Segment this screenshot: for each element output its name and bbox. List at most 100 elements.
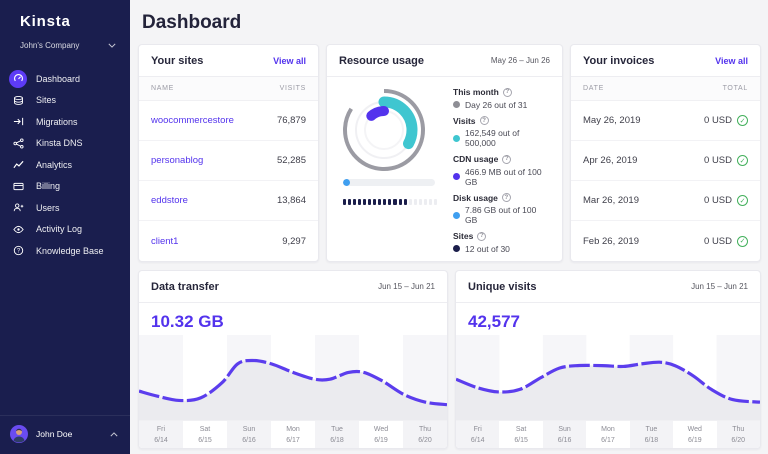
site-visits: 52,285 bbox=[276, 155, 306, 166]
chevron-up-icon bbox=[110, 431, 118, 436]
data-transfer-value: 10.32 GB bbox=[151, 312, 224, 331]
sites-card-title: Your sites bbox=[151, 54, 204, 67]
dash-segment bbox=[343, 199, 347, 205]
axis-day-cell: Tue 6/18 bbox=[315, 421, 359, 448]
resource-donut-chart bbox=[343, 89, 425, 171]
site-link[interactable]: woocommercestore bbox=[151, 115, 234, 126]
sites-dash-bar bbox=[343, 199, 437, 205]
sites-view-all-link[interactable]: View all bbox=[273, 56, 306, 66]
axis-day-cell: Mon 6/17 bbox=[601, 426, 615, 444]
stat-value: 162,549 out of 500,000 bbox=[465, 128, 520, 148]
sites-table-header: NAME VISITS bbox=[139, 77, 318, 101]
resource-date-range: May 26 – Jun 26 bbox=[490, 56, 550, 65]
sidebar-item-label: Users bbox=[36, 202, 60, 213]
unique-visits-card: Unique visits Jun 15 – Jun 21 42,577 Fri… bbox=[455, 270, 761, 449]
svg-text:?: ? bbox=[16, 249, 20, 255]
stat-value: 7.86 GB out of 100 GB bbox=[465, 205, 537, 225]
sidebar-item-label: Knowledge Base bbox=[36, 245, 104, 256]
site-visits: 9,297 bbox=[282, 235, 306, 247]
resource-stats: This month? Day 26 out of 31 Visits? 162… bbox=[453, 86, 550, 260]
stat-label: Sites bbox=[453, 231, 474, 241]
help-icon[interactable]: ? bbox=[479, 116, 489, 125]
invoice-date: Feb 26, 2019 bbox=[583, 235, 639, 247]
stat-sites: Sites? 12 out of 30 bbox=[453, 231, 550, 254]
stat-this-month: This month? Day 26 out of 31 bbox=[453, 87, 550, 110]
invoice-row[interactable]: Apr 26, 2019 0 USD ✓ bbox=[571, 141, 760, 181]
invoice-row[interactable]: Feb 26, 2019 0 USD ✓ bbox=[571, 221, 760, 261]
site-link[interactable]: personablog bbox=[151, 155, 203, 166]
unique-visits-value: 42,577 bbox=[468, 312, 520, 331]
user-name: John Doe bbox=[36, 429, 73, 439]
site-link[interactable]: client1 bbox=[151, 236, 178, 247]
disk-usage-bar bbox=[343, 179, 435, 186]
data-transfer-chart bbox=[139, 335, 447, 420]
help-icon[interactable]: ? bbox=[502, 154, 512, 164]
dash-segment bbox=[358, 199, 362, 205]
axis-day-cell: Fri 6/14 bbox=[139, 421, 183, 448]
sidebar-item-migrations[interactable]: Migrations bbox=[0, 111, 130, 133]
axis-day-cell: Wed 6/19 bbox=[687, 426, 702, 444]
sidebar-item-label: Sites bbox=[36, 95, 57, 106]
dash-segment bbox=[353, 199, 357, 205]
dashboard-icon bbox=[9, 69, 27, 88]
site-row: eddstore 13,864 bbox=[139, 181, 318, 221]
disk-bar-fill bbox=[343, 179, 351, 186]
dash-segment bbox=[398, 199, 402, 205]
axis-day-cell: Sat 6/15 bbox=[198, 426, 212, 444]
unique-visits-chart bbox=[456, 335, 760, 420]
axis-day-cell: Mon 6/17 bbox=[286, 426, 300, 444]
col-date: DATE bbox=[583, 85, 604, 92]
invoices-view-all-link[interactable]: View all bbox=[715, 56, 748, 66]
stat-label: Visits bbox=[453, 115, 476, 126]
analytics-icon bbox=[9, 156, 27, 174]
stat-dot bbox=[453, 134, 460, 142]
stat-label: Disk usage bbox=[453, 192, 498, 203]
sidebar-item-label: Kinsta DNS bbox=[36, 138, 83, 149]
sidebar-item-sites[interactable]: Sites bbox=[0, 90, 130, 112]
stat-value: Day 26 out of 31 bbox=[465, 99, 528, 110]
help-icon[interactable]: ? bbox=[477, 231, 487, 241]
sites-icon bbox=[9, 91, 27, 109]
user-menu[interactable]: John Doe bbox=[0, 415, 130, 454]
axis-day-cell: Tue 6/18 bbox=[629, 421, 674, 448]
data-transfer-axis: Fri 6/14 Sat 6/15 Sun 6/16 Mon 6/17 Tue 6/18 Wed 6/… bbox=[139, 420, 447, 448]
site-link[interactable]: eddstore bbox=[151, 195, 188, 206]
paid-check-icon: ✓ bbox=[737, 195, 748, 206]
kinsta-logo: Kinsta bbox=[20, 13, 71, 30]
invoice-row[interactable]: Mar 26, 2019 0 USD ✓ bbox=[571, 181, 760, 221]
knowledge-base-icon: ? bbox=[9, 242, 27, 260]
sidebar: Kinsta John's Company Dashboard Sites Mi… bbox=[0, 0, 130, 454]
invoice-date: Apr 26, 2019 bbox=[583, 155, 638, 166]
paid-check-icon: ✓ bbox=[737, 235, 748, 247]
dash-segment bbox=[423, 199, 427, 205]
sidebar-item-billing[interactable]: Billing bbox=[0, 176, 130, 198]
paid-check-icon: ✓ bbox=[737, 155, 748, 166]
company-selector[interactable]: John's Company bbox=[0, 30, 130, 60]
stat-dot bbox=[453, 173, 460, 180]
main-content: Dashboard Your sites View all NAME VISIT… bbox=[130, 0, 768, 449]
sidebar-item-label: Analytics bbox=[36, 159, 73, 170]
sidebar-item-activity-log[interactable]: Activity Log bbox=[0, 219, 130, 241]
dash-segment bbox=[408, 199, 412, 205]
stat-dot bbox=[453, 101, 460, 108]
sidebar-item-kinsta-dns[interactable]: Kinsta DNS bbox=[0, 133, 130, 155]
axis-day-cell: Sun 6/16 bbox=[542, 421, 587, 448]
site-row: personablog 52,285 bbox=[139, 141, 318, 181]
resource-usage-card: Resource usage May 26 – Jun 26 This mont… bbox=[326, 44, 563, 262]
sidebar-item-users[interactable]: Users bbox=[0, 197, 130, 219]
your-sites-card: Your sites View all NAME VISITS woocomme… bbox=[138, 44, 319, 262]
dash-segment bbox=[368, 199, 372, 205]
invoice-total: 0 USD bbox=[704, 235, 732, 247]
dash-segment bbox=[378, 199, 382, 205]
help-icon[interactable]: ? bbox=[501, 193, 511, 202]
sidebar-item-dashboard[interactable]: Dashboard bbox=[0, 68, 130, 90]
chevron-down-icon bbox=[108, 43, 116, 48]
invoice-total: 0 USD bbox=[704, 115, 732, 126]
sidebar-item-analytics[interactable]: Analytics bbox=[0, 154, 130, 176]
help-icon[interactable]: ? bbox=[502, 87, 512, 97]
resource-card-title: Resource usage bbox=[339, 54, 424, 67]
invoice-row[interactable]: May 26, 2019 0 USD ✓ bbox=[571, 101, 760, 141]
sidebar-item-knowledge-base[interactable]: ? Knowledge Base bbox=[0, 240, 130, 262]
dash-segment bbox=[388, 199, 392, 205]
avatar bbox=[10, 425, 28, 443]
